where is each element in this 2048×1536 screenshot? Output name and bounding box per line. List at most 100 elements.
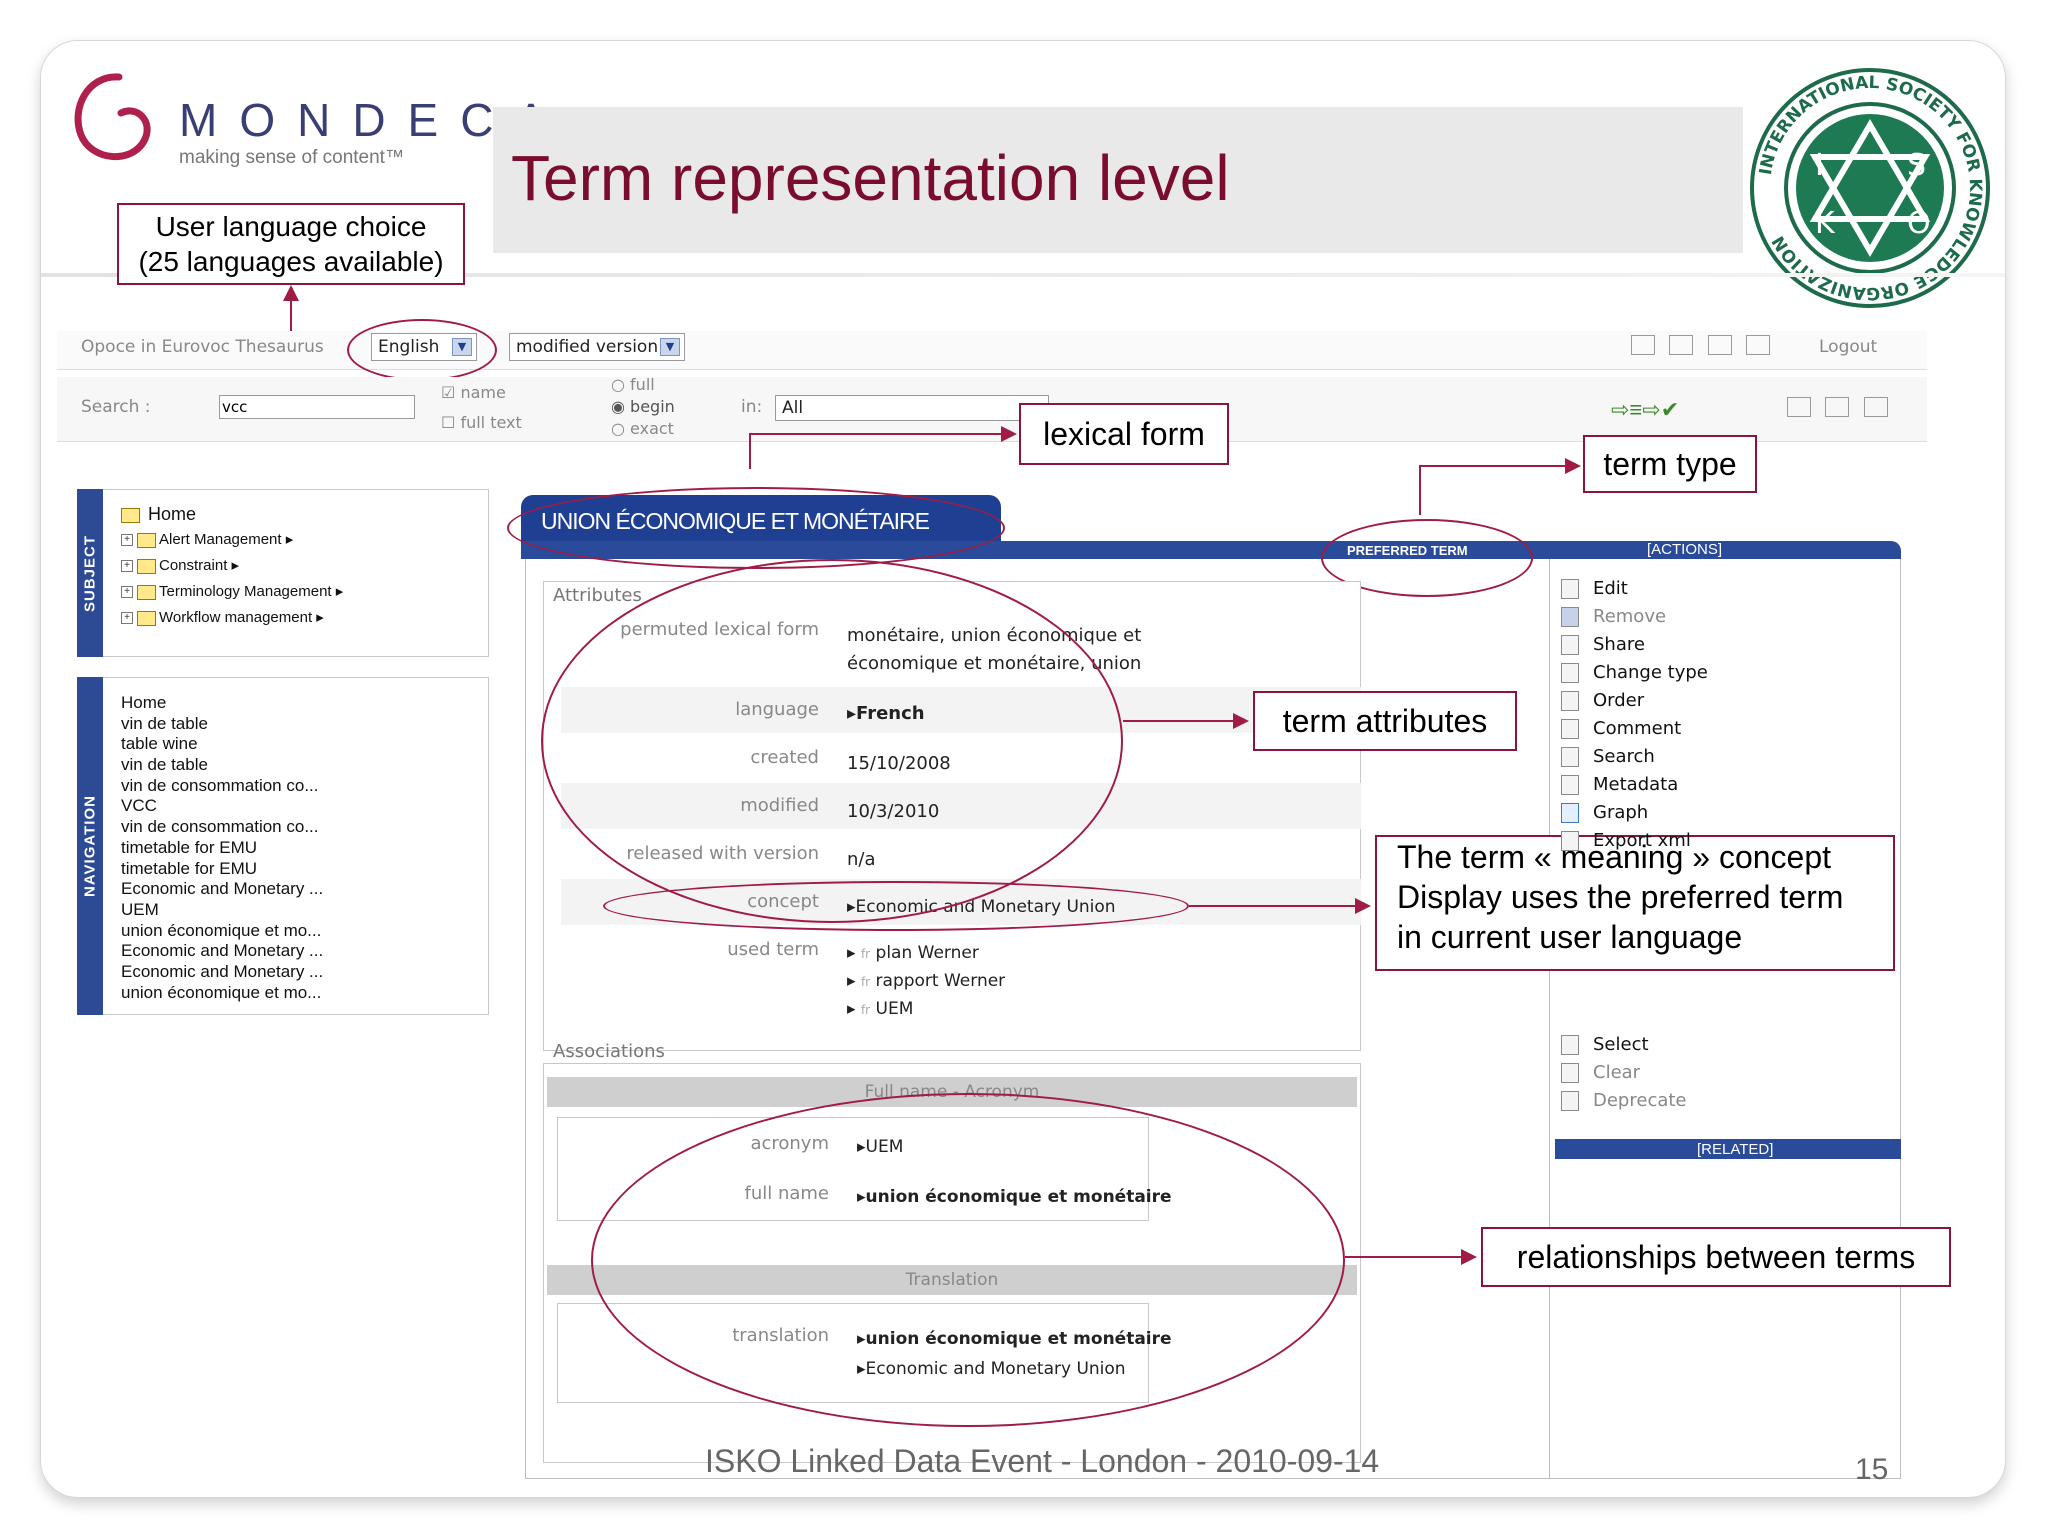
callout-term-attributes: term attributes <box>1253 691 1517 751</box>
callout-meaning-line2: Display uses the preferred term <box>1397 879 1844 915</box>
info-icon[interactable] <box>1707 335 1732 355</box>
tree-item-label: Terminology Management <box>159 583 332 600</box>
search-in-select[interactable]: All <box>775 395 1049 421</box>
seal-letter-i: I <box>1815 148 1824 183</box>
history-item[interactable]: VCC <box>121 796 323 817</box>
highlight-term-attributes <box>541 559 1123 923</box>
history-item[interactable]: vin de consommation co... <box>121 817 323 838</box>
search-opt-name[interactable]: ☑ name <box>441 383 506 402</box>
action-clear[interactable]: Clear <box>1561 1059 1687 1087</box>
tree-item-constraint[interactable]: + Constraint ▸ <box>121 553 343 579</box>
subject-tab[interactable]: SUBJECT <box>77 489 103 657</box>
breadcrumb[interactable]: Opoce in Eurovoc Thesaurus <box>81 337 324 357</box>
expand-icon[interactable]: + <box>121 534 133 547</box>
expand-icon[interactable]: + <box>121 612 133 625</box>
folder-icon <box>121 507 140 523</box>
history-item[interactable]: Economic and Monetary ... <box>121 962 323 983</box>
action-select[interactable]: Select <box>1561 1031 1687 1059</box>
search-radio-full[interactable]: ○ full <box>611 375 655 394</box>
used-term-item[interactable]: ▸ fr UEM <box>847 999 913 1019</box>
attributes-title: Attributes <box>553 585 642 606</box>
tree-item-alert-management[interactable]: + Alert Management ▸ <box>121 527 343 553</box>
history-item[interactable]: UEM <box>121 900 323 921</box>
action-comment[interactable]: Comment <box>1561 715 1708 743</box>
action-label: Edit <box>1593 578 1628 599</box>
clear-icon <box>1561 1063 1579 1083</box>
action-change-type[interactable]: Change type <box>1561 659 1708 687</box>
search-radio-exact[interactable]: ○ exact <box>611 419 674 438</box>
caret-right-icon: ▸ <box>847 943 856 963</box>
lang-prefix: fr <box>860 975 871 989</box>
page-title: Term representation level <box>511 142 1230 214</box>
logout-link[interactable]: Logout <box>1819 337 1877 357</box>
history-item[interactable]: table wine <box>121 734 323 755</box>
action-graph[interactable]: Graph <box>1561 799 1708 827</box>
tree-item-terminology-management[interactable]: + Terminology Management ▸ <box>121 579 343 605</box>
action-deprecate[interactable]: Deprecate <box>1561 1087 1687 1115</box>
action-label: Comment <box>1593 718 1682 739</box>
layout-list-icon[interactable] <box>1787 397 1811 417</box>
graph-icon <box>1561 803 1579 823</box>
used-term-item[interactable]: ▸ fr rapport Werner <box>847 971 1005 991</box>
history-item[interactable]: vin de table <box>121 714 323 735</box>
highlight-lexical-form <box>507 487 1005 569</box>
version-select[interactable]: modified version ▼ <box>509 333 685 361</box>
history-item[interactable]: vin de table <box>121 755 323 776</box>
history-item[interactable]: union économique et mo... <box>121 921 323 942</box>
history-item[interactable]: Economic and Monetary ... <box>121 879 323 900</box>
layout-split-icon[interactable] <box>1825 397 1850 417</box>
action-search[interactable]: Search <box>1561 743 1708 771</box>
action-edit[interactable]: Edit <box>1561 575 1708 603</box>
tree-item-home[interactable]: Home <box>121 501 343 527</box>
search-in-label: in: <box>741 397 763 417</box>
used-term-item[interactable]: ▸ fr plan Werner <box>847 943 979 963</box>
action-order[interactable]: Order <box>1561 687 1708 715</box>
action-label: Share <box>1593 634 1645 655</box>
callout-connector <box>1345 1256 1463 1258</box>
tree-item-label: Constraint <box>159 557 228 574</box>
action-export-xml[interactable]: Export xml <box>1561 827 1708 855</box>
callout-meaning-line3: in current user language <box>1397 919 1743 955</box>
actions-divider <box>1549 559 1550 1479</box>
list-search-icon <box>1561 747 1579 767</box>
history-item[interactable]: Economic and Monetary ... <box>121 941 323 962</box>
home-icon[interactable] <box>1631 335 1655 355</box>
history-item[interactable]: Home <box>121 693 323 714</box>
mondeca-swirl-logo-icon <box>74 73 151 160</box>
search-radio-exact-label: exact <box>630 419 674 438</box>
action-share[interactable]: Share <box>1561 631 1708 659</box>
history-item[interactable]: vin de consommation co... <box>121 776 323 797</box>
lang-prefix: fr <box>860 1003 871 1017</box>
print-icon[interactable] <box>1669 335 1694 355</box>
toolbar-icons <box>1621 335 1771 360</box>
action-remove[interactable]: Remove <box>1561 603 1708 631</box>
highlight-relationships <box>591 1093 1345 1427</box>
caret-right-icon: ▸ <box>285 531 294 548</box>
search-opt-fulltext[interactable]: ☐ full text <box>441 413 522 432</box>
search-input[interactable] <box>219 395 415 419</box>
action-label: Remove <box>1593 606 1667 627</box>
callout-lexical-form: lexical form <box>1019 403 1229 465</box>
navigation-tab[interactable]: NAVIGATION <box>77 677 103 1015</box>
highlight-concept <box>603 881 1189 931</box>
expand-icon[interactable]: + <box>121 560 133 573</box>
expand-icon[interactable]: + <box>121 586 133 599</box>
tree-item-label: Home <box>148 504 197 524</box>
user-icon[interactable] <box>1746 335 1771 355</box>
used-term-text: plan Werner <box>875 943 979 963</box>
search-radio-begin[interactable]: ◉ begin <box>611 397 675 416</box>
history-item[interactable]: union économique et mo... <box>121 983 323 1004</box>
tree-item-workflow-management[interactable]: + Workflow management ▸ <box>121 605 343 631</box>
history-item[interactable]: timetable for EMU <box>121 838 323 859</box>
xml-icon <box>1561 831 1579 851</box>
history-item[interactable]: timetable for EMU <box>121 859 323 880</box>
page-number: 15 <box>1855 1453 1889 1486</box>
logo-tagline: making sense of content™ <box>179 147 404 168</box>
search-opt-fulltext-label: full text <box>460 413 522 432</box>
search-opt-name-label: name <box>460 383 506 402</box>
seal-letter-o: O <box>1907 206 1931 241</box>
layout-full-icon[interactable] <box>1863 397 1888 417</box>
callout-meaning-concept: The term « meaning » concept Display use… <box>1375 835 1895 971</box>
action-metadata[interactable]: Metadata <box>1561 771 1708 799</box>
validate-workflow-icon[interactable]: ⇨≡⇨✔ <box>1611 397 1679 423</box>
